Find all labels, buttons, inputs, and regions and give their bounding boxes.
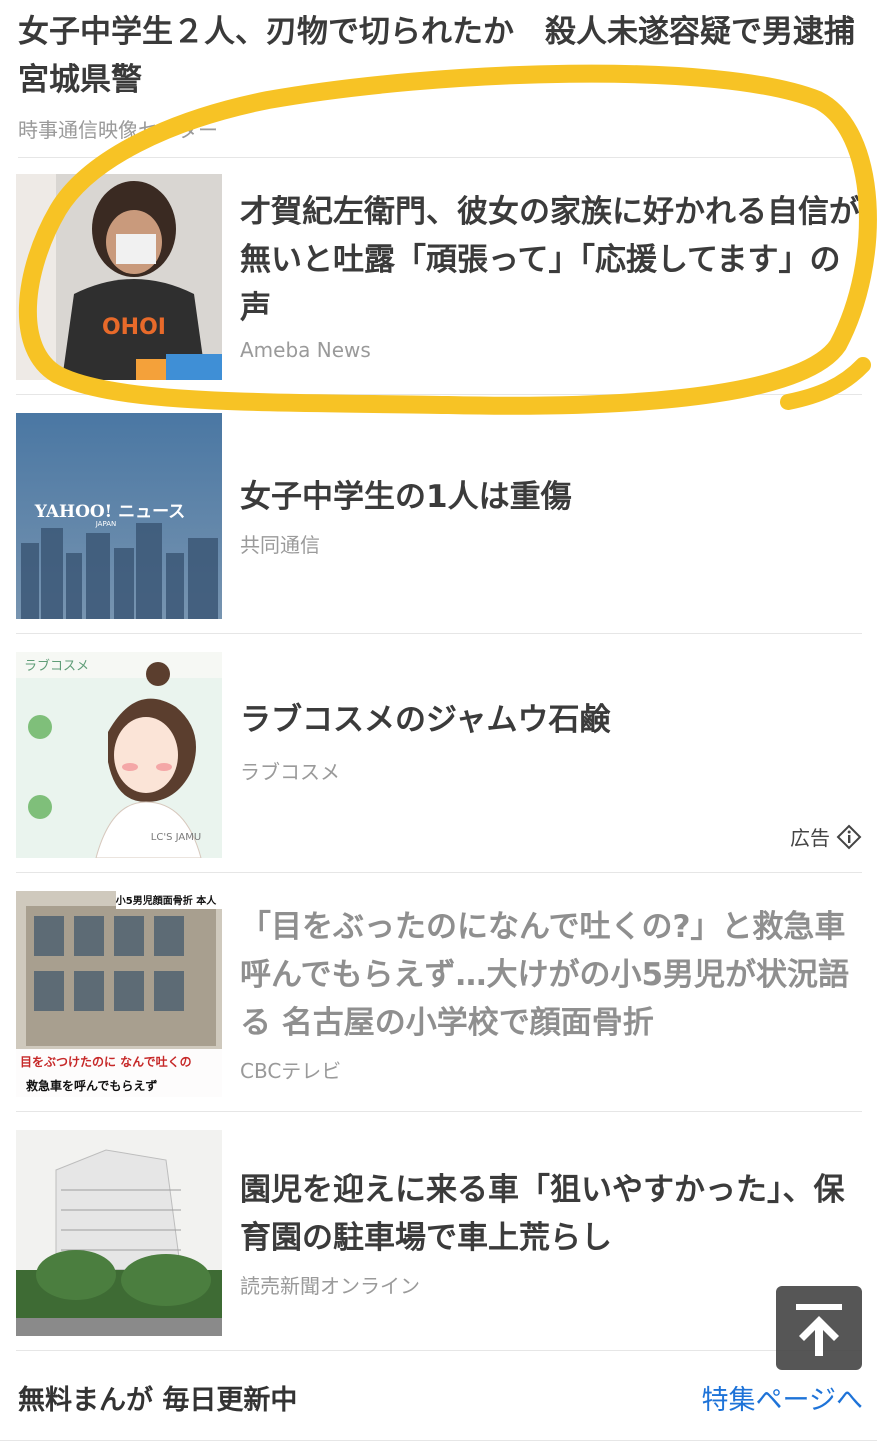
article-title: 「目をぶったのになんで吐くの?」と救急車呼んでもらえず…大けがの小5男児が状況語… — [240, 909, 850, 1041]
svg-text:OHOI: OHOI — [102, 315, 166, 340]
info-icon — [836, 824, 862, 849]
article-thumbnail: OHOI — [16, 174, 222, 380]
divider — [0, 1440, 877, 1441]
footer-bar: 無料まんが 毎日更新中 特集ページへ — [18, 1378, 863, 1426]
article-title: 女子中学生の1人は重傷 — [240, 479, 572, 515]
article-title: 女子中学生２人、刃物で切られたか 殺人未遂容疑で男逮捕 宮城県警 — [18, 14, 877, 98]
article-item[interactable]: YAHOO! ニュース JAPAN 女子中学生の1人は重傷 共同通信 — [16, 395, 862, 634]
article-item[interactable]: 小5男児顔面骨折 本人 目をぶつけたのに なんで吐くの 救急車を呼んでもらえず … — [16, 873, 862, 1112]
article-title: 才賀紀左衛門、彼女の家族に好かれる自信が無いと吐露「頑張って」「応援してます」の… — [240, 194, 860, 326]
thumb-caption-2: 救急車を呼んでもらえず — [26, 1078, 157, 1093]
article-thumbnail: 小5男児顔面骨折 本人 目をぶつけたのに なんで吐くの 救急車を呼んでもらえず — [16, 891, 222, 1097]
article-source: 共同通信 — [240, 533, 320, 557]
article-item[interactable]: 園児を迎えに来る車「狙いやすかった」、保育園の駐車場で車上荒らし 読売新聞オンラ… — [16, 1112, 862, 1351]
article-title: ラブコスメのジャムウ石鹸 — [240, 702, 611, 738]
arrow-up-bar-icon — [796, 1304, 842, 1356]
article-source: ラブコスメ — [240, 760, 340, 784]
thumb-brand-text: ラブコスメ — [24, 658, 89, 674]
feature-page-link[interactable]: 特集ページへ — [702, 1378, 863, 1417]
article-source: 読売新聞オンライン — [240, 1274, 420, 1298]
article-source: CBCテレビ — [240, 1059, 342, 1083]
thumb-logo-text: LC'S JAMU — [151, 832, 201, 843]
article-item[interactable]: OHOI 才賀紀左衛門、彼女の家族に好かれる自信が無いと吐露「頑張って」「応援し… — [16, 158, 862, 395]
top-article[interactable]: 女子中学生２人、刃物で切られたか 殺人未遂容疑で男逮捕 宮城県警 時事通信映像セ… — [18, 0, 877, 158]
yahoo-logo-text: YAHOO! ニュース — [34, 502, 185, 522]
thumb-caption-top: 小5男児顔面骨折 本人 — [115, 894, 217, 907]
ad-info[interactable]: 広告 — [790, 822, 862, 851]
ad-label: 広告 — [790, 826, 830, 850]
article-thumbnail — [16, 1130, 222, 1336]
ad-item[interactable]: ラブコスメ LC'S JAMU ラブコスメのジャムウ石鹸 ラブコスメ 広告 — [16, 634, 862, 873]
thumb-caption-1: 目をぶつけたのに なんで吐くの — [20, 1054, 192, 1069]
yahoo-logo-sub: JAPAN — [95, 520, 117, 528]
article-title: 園児を迎えに来る車「狙いやすかった」、保育園の駐車場で車上荒らし — [240, 1172, 845, 1256]
free-manga-label: 無料まんが 毎日更新中 — [18, 1385, 298, 1416]
article-source: 時事通信映像センター — [18, 118, 218, 142]
scroll-to-top-button[interactable] — [776, 1286, 862, 1370]
article-thumbnail: YAHOO! ニュース JAPAN — [16, 413, 222, 619]
article-source: Ameba News — [240, 338, 371, 362]
article-thumbnail: ラブコスメ LC'S JAMU — [16, 652, 222, 858]
